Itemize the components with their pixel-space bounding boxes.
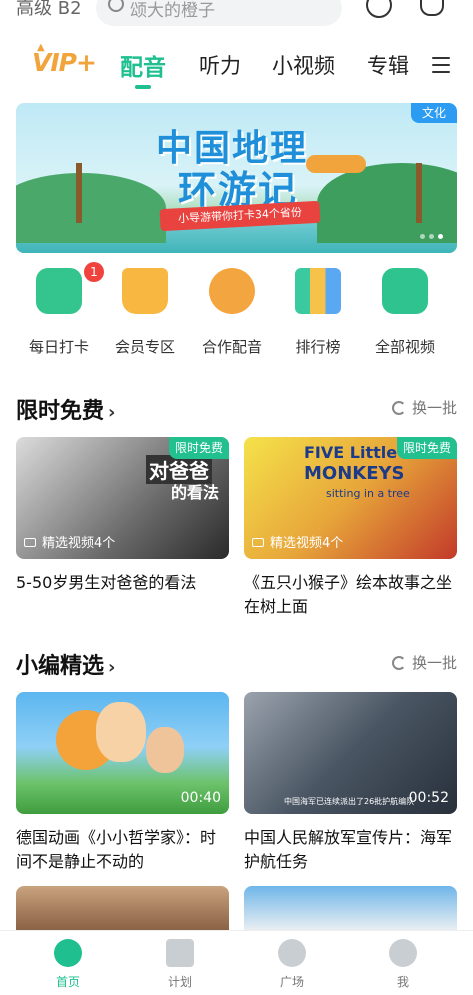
cartoon-boy: [96, 702, 146, 762]
section-title-text: 小编精选: [16, 654, 105, 679]
tab-dubbing[interactable]: 配音: [120, 48, 166, 82]
bell-icon[interactable]: [420, 0, 444, 16]
thumbnail-overlay-text: 的看法: [171, 483, 220, 502]
video-thumbnail: 中国海军已连续派出了26批护航编队 00:52: [244, 692, 457, 814]
promo-banner[interactable]: 中国地理 环游记 小导游带你打卡34个省份 文化: [16, 103, 457, 253]
refresh-button-2[interactable]: 换一批: [391, 652, 457, 673]
video-count: 精选视频4个: [24, 532, 115, 551]
crown-icon: [122, 268, 168, 314]
quick-label: 会员专区: [114, 338, 175, 356]
palm-tree-icon: [76, 163, 82, 223]
quick-vip-zone[interactable]: 会员专区: [100, 268, 190, 357]
nav-me[interactable]: 我: [363, 939, 443, 990]
podium-icon: [295, 268, 341, 314]
limited-free-tag: 限时免费: [396, 437, 457, 459]
thumbnail-overlay-text: FIVE Little: [304, 443, 398, 462]
section-title-text: 限时免费: [16, 399, 105, 424]
video-thumbnail: FIVE Little MONKEYS sitting in a tree 限时…: [244, 437, 457, 559]
refresh-label: 换一批: [411, 399, 457, 417]
video-title: 中国人民解放军宣传片：海军护航任务: [244, 828, 453, 871]
carousel-dots: [416, 224, 443, 243]
nav-label: 首页: [55, 975, 80, 989]
section-editor-picks-title[interactable]: 小编精选 ›: [16, 648, 115, 680]
limited-free-tag: 限时免费: [168, 437, 229, 459]
banner-category-badge: 文化: [411, 103, 457, 123]
video-title: 5-50岁男生对爸爸的看法: [16, 573, 197, 592]
thumbnail-overlay-text: sitting in a tree: [326, 487, 410, 500]
video-thumbnail: 00:40: [16, 692, 229, 814]
quick-co-dubbing[interactable]: 合作配音: [187, 268, 277, 357]
video-thumbnail: 对爸爸 的看法 限时免费 精选视频4个: [16, 437, 229, 559]
video-card[interactable]: 对爸爸 的看法 限时免费 精选视频4个 5-50岁男生对爸爸的看法: [16, 437, 229, 595]
quick-label: 每日打卡: [28, 338, 89, 356]
thumbnail-caption: 中国海军已连续派出了26批护航编队: [284, 797, 415, 806]
quick-all-videos[interactable]: 全部视频: [360, 268, 450, 357]
search-input[interactable]: 颂大的橙子: [96, 0, 342, 26]
book-icon: [166, 939, 194, 967]
tab-listening[interactable]: 听力: [199, 50, 241, 80]
chat-bubbles-icon: [278, 939, 306, 967]
video-card[interactable]: [244, 886, 457, 930]
menu-icon[interactable]: [432, 57, 450, 73]
video-title: 《五只小猴子》绘本故事之坐在树上面: [244, 573, 453, 616]
home-play-icon: [54, 939, 82, 967]
nav-label: 我: [396, 975, 409, 989]
nav-home[interactable]: 首页: [28, 939, 108, 990]
tab-short-video[interactable]: 小视频: [272, 50, 335, 80]
video-target-icon: [382, 268, 428, 314]
search-placeholder: 颂大的橙子: [130, 1, 215, 21]
chevron-right-icon: ›: [108, 402, 116, 423]
search-icon: [108, 0, 124, 12]
quick-label: 全部视频: [374, 338, 435, 356]
refresh-icon: [391, 401, 406, 415]
quick-label: 合作配音: [201, 338, 262, 356]
video-count: 精选视频4个: [252, 532, 343, 551]
video-card[interactable]: FIVE Little MONKEYS sitting in a tree 限时…: [244, 437, 457, 619]
video-card[interactable]: [16, 886, 229, 930]
video-thumbnail: [16, 886, 229, 930]
nav-plan[interactable]: 计划: [140, 939, 220, 990]
vip-button[interactable]: VIP+: [32, 48, 97, 77]
top-tabs: ▲ VIP+ 配音 听力 小视频 专辑: [0, 40, 473, 94]
refresh-label: 换一批: [411, 654, 457, 672]
refresh-button-1[interactable]: 换一批: [391, 397, 457, 418]
nav-square[interactable]: 广场: [252, 939, 332, 990]
profile-icon: [389, 939, 417, 967]
quick-label: 排行榜: [295, 338, 341, 356]
playlist-icon: [252, 538, 264, 547]
tab-album[interactable]: 专辑: [367, 50, 409, 80]
bottom-navigation: 首页 计划 广场 我: [0, 930, 473, 995]
calendar-check-icon: [36, 268, 82, 314]
playlist-icon: [24, 538, 36, 547]
video-card[interactable]: 00:40 德国动画《小小哲学家》：时间不是静止不动的: [16, 692, 229, 874]
level-label[interactable]: 高级 B2: [16, 0, 82, 20]
cartoon-girl: [146, 727, 184, 773]
clock-icon[interactable]: [366, 0, 392, 18]
video-duration: 00:40: [180, 790, 221, 806]
video-duration: 00:52: [408, 790, 449, 806]
active-tab-indicator: [135, 85, 151, 89]
nav-label: 广场: [279, 975, 304, 989]
top-header: 高级 B2 颂大的橙子: [0, 0, 473, 30]
video-title: 德国动画《小小哲学家》：时间不是静止不动的: [16, 828, 217, 871]
quick-daily-checkin[interactable]: 1 每日打卡: [14, 262, 104, 357]
section-limited-free-title[interactable]: 限时免费 ›: [16, 393, 115, 425]
palm-tree-icon: [416, 163, 422, 223]
airplane-icon: [306, 155, 366, 173]
nav-label: 计划: [167, 975, 192, 989]
quick-actions: 1 每日打卡 会员专区 合作配音 排行榜 全部视频: [0, 262, 473, 368]
video-card[interactable]: 中国海军已连续派出了26批护航编队 00:52 中国人民解放军宣传片：海军护航任…: [244, 692, 457, 874]
thumbnail-overlay-text: MONKEYS: [304, 463, 405, 484]
video-thumbnail: [244, 886, 457, 930]
quick-leaderboard[interactable]: 排行榜: [273, 268, 363, 357]
microphone-icon: [209, 268, 255, 314]
banner-hill-left: [16, 173, 166, 243]
chevron-right-icon: ›: [108, 657, 116, 678]
refresh-icon: [391, 656, 406, 670]
